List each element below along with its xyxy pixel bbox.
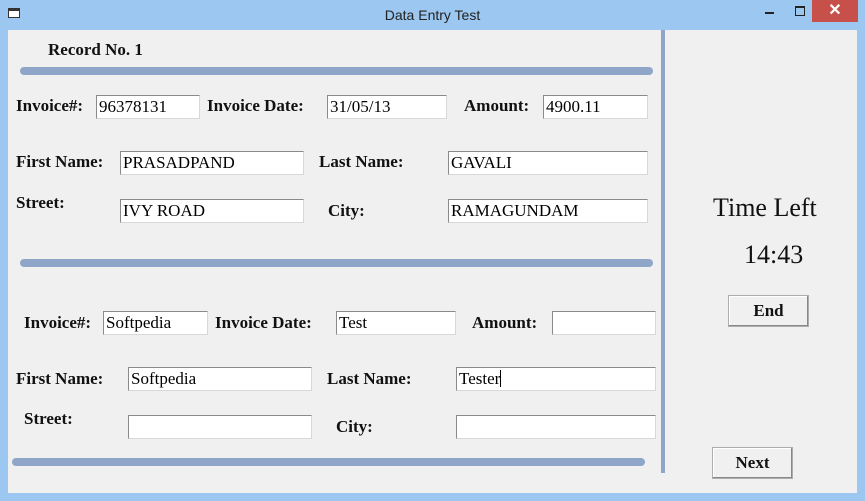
record-first-name-field: PRASADPAND	[120, 151, 304, 175]
panel-divider	[661, 30, 665, 473]
next-button[interactable]: Next	[712, 447, 793, 479]
title-bar[interactable]: Data Entry Test ✕	[0, 0, 865, 30]
entry-last-name-text: Tester	[459, 369, 501, 388]
time-left-value: 14:43	[744, 240, 804, 269]
close-icon[interactable]: ✕	[812, 0, 858, 22]
record-street-label: Street:	[16, 193, 65, 212]
record-date-field: 31/05/13	[327, 95, 447, 119]
entry-city-input[interactable]	[456, 415, 656, 439]
entry-amount-label: Amount:	[472, 313, 538, 332]
entry-last-name-label: Last Name:	[327, 369, 412, 388]
entry-amount-input[interactable]	[552, 311, 656, 335]
entry-date-label: Invoice Date:	[215, 313, 312, 332]
entry-invoice-input[interactable]: Softpedia	[103, 311, 208, 335]
record-invoice-label: Invoice#:	[16, 96, 84, 115]
form-area: Record No. 1 Invoice#: 96378131 Invoice …	[8, 30, 857, 493]
record-heading: Record No. 1	[48, 40, 143, 59]
record-amount-label: Amount:	[464, 96, 530, 115]
app-window: Data Entry Test ✕ Record No. 1 Invoice#:…	[0, 0, 865, 501]
record-street-field: IVY ROAD	[120, 199, 304, 223]
entry-city-label: City:	[336, 417, 373, 436]
separator-top	[20, 67, 653, 75]
window-title: Data Entry Test	[384, 7, 481, 23]
entry-first-name-input[interactable]: Softpedia	[128, 367, 312, 391]
time-left-label: Time Left	[713, 193, 817, 222]
entry-street-label: Street:	[24, 409, 73, 428]
entry-invoice-label: Invoice#:	[24, 313, 92, 332]
entry-first-name-label: First Name:	[16, 369, 104, 388]
entry-last-name-input[interactable]: Tester	[456, 367, 656, 391]
record-city-label: City:	[328, 201, 365, 220]
record-invoice-field: 96378131	[96, 95, 200, 119]
record-first-name-label: First Name:	[16, 152, 104, 171]
record-date-label: Invoice Date:	[207, 96, 304, 115]
entry-street-input[interactable]	[128, 415, 312, 439]
end-button[interactable]: End	[728, 295, 809, 327]
record-city-field: RAMAGUNDAM	[448, 199, 648, 223]
separator-bottom	[12, 458, 645, 466]
record-last-name-label: Last Name:	[319, 152, 404, 171]
entry-date-input[interactable]: Test	[336, 311, 456, 335]
record-amount-field: 4900.11	[543, 95, 648, 119]
separator-middle	[20, 259, 653, 267]
record-last-name-field: GAVALI	[448, 151, 648, 175]
